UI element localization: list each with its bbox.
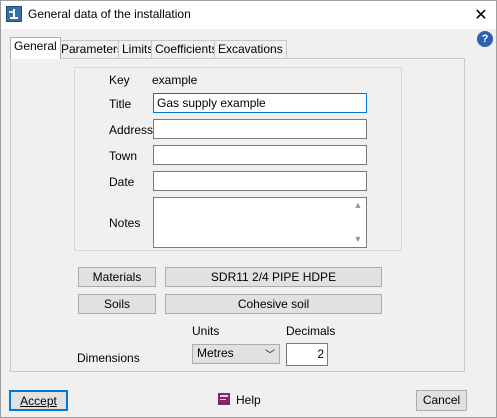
- title-bar: General data of the installation ✕: [1, 1, 496, 29]
- chevron-down-icon: ﹀: [265, 350, 275, 361]
- key-value: example: [152, 73, 198, 87]
- units-label: Units: [192, 324, 220, 338]
- notes-scrollbar[interactable]: ▲ ▼: [350, 198, 366, 247]
- tab-coefficients[interactable]: Coefficients: [151, 40, 222, 58]
- date-label: Date: [109, 175, 135, 189]
- accept-button[interactable]: Accept: [9, 390, 68, 411]
- tab-parameters[interactable]: Parameters: [57, 40, 128, 58]
- dialog-window: General data of the installation ✕ ? Gen…: [0, 0, 497, 418]
- help-label: Help: [236, 393, 261, 407]
- tab-general[interactable]: General: [10, 37, 61, 59]
- window-title: General data of the installation: [28, 7, 191, 21]
- book-icon: [216, 391, 232, 410]
- address-field[interactable]: [153, 119, 367, 139]
- app-icon: [6, 6, 22, 22]
- soils-button[interactable]: Soils: [78, 294, 156, 314]
- close-icon[interactable]: ✕: [466, 1, 496, 29]
- decimals-label: Decimals: [286, 324, 336, 338]
- decimals-field[interactable]: 2: [286, 343, 328, 366]
- dimensions-label: Dimensions: [77, 351, 140, 365]
- tab-page-general: Key example Title Gas supply example Add…: [10, 58, 465, 372]
- town-field[interactable]: [153, 145, 367, 165]
- scroll-up-icon[interactable]: ▲: [350, 200, 366, 210]
- materials-value-button[interactable]: SDR11 2/4 PIPE HDPE: [165, 267, 382, 287]
- notes-label: Notes: [109, 216, 141, 230]
- date-field[interactable]: [153, 171, 367, 191]
- general-group: Key example Title Gas supply example Add…: [74, 67, 402, 251]
- notes-field[interactable]: ▲ ▼: [153, 197, 367, 248]
- units-select[interactable]: Metres ﹀: [192, 344, 280, 364]
- title-field[interactable]: Gas supply example: [153, 93, 367, 113]
- tab-excavations[interactable]: Excavations: [214, 40, 287, 58]
- help-icon[interactable]: ?: [477, 31, 493, 47]
- key-label: Key: [109, 73, 130, 87]
- address-label: Address: [109, 123, 154, 137]
- soils-value-button[interactable]: Cohesive soil: [165, 294, 382, 314]
- materials-button[interactable]: Materials: [78, 267, 156, 287]
- title-label: Title: [109, 97, 132, 111]
- town-label: Town: [109, 149, 138, 163]
- scroll-down-icon[interactable]: ▼: [350, 234, 366, 244]
- cancel-button[interactable]: Cancel: [416, 390, 467, 411]
- help-button[interactable]: Help: [216, 390, 261, 410]
- units-value: Metres: [197, 346, 234, 360]
